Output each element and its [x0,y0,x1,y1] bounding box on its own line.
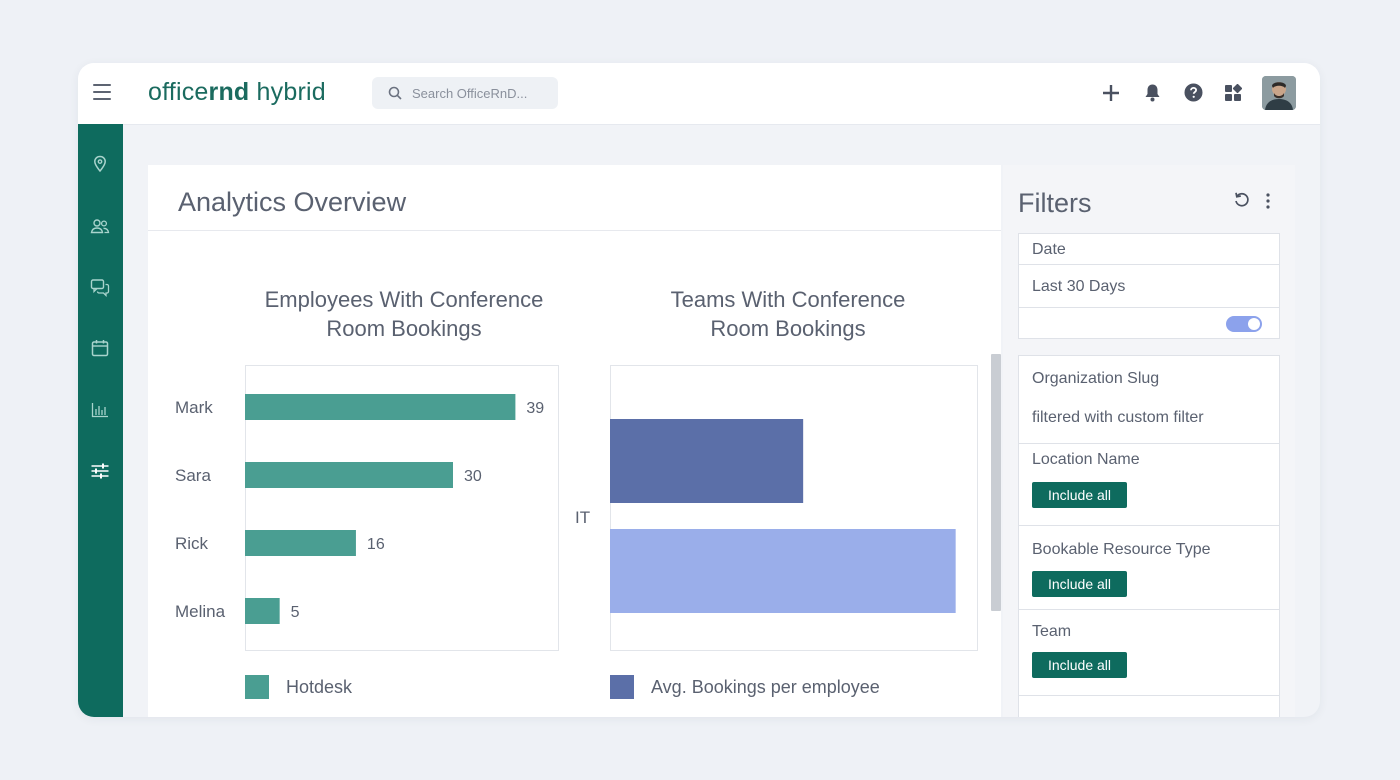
panel-scrollbar[interactable] [991,354,1001,611]
teams-chart-title: Teams With Conference Room Bookings [608,285,968,343]
search-box[interactable] [372,77,558,109]
plus-icon[interactable] [1102,84,1120,102]
employee-category-label: Sara [175,466,211,485]
avatar-image [1262,76,1296,110]
employees-legend-label: Hotdesk [286,677,353,697]
search-input[interactable] [412,77,552,109]
employees-chart-title: Employees With Conference Room Bookings [224,285,584,343]
menu-icon[interactable] [93,84,111,100]
analytics-panel: Analytics Overview Employees With Confer… [148,165,1001,717]
date-filter-toggle[interactable] [1226,316,1262,332]
next-filter-partial [1018,695,1280,717]
resource-type-filter-label: Bookable Resource Type [1032,541,1211,558]
title-divider [148,230,1001,231]
team-category-label: IT [575,508,590,527]
date-filter-label: Date [1032,241,1066,258]
employees-chart-title-line2: Room Bookings [326,316,482,341]
filters-title: Filters [1018,188,1092,218]
employee-bar[interactable] [245,598,280,624]
employee-category-label: Mark [175,398,213,417]
app-window: officernd hybrid Analytics Overview Empl… [78,63,1320,717]
employee-bar-value: 16 [367,536,385,553]
page-title: Analytics Overview [178,187,407,217]
sidebar [78,124,123,717]
more-options-icon[interactable] [1265,192,1271,210]
team-filter: Team Include all [1018,609,1280,697]
location-pin-icon[interactable] [90,154,110,174]
resource-type-filter: Bookable Resource Type Include all [1018,525,1280,611]
employee-bar[interactable] [245,462,453,488]
teams-legend-swatch [610,675,634,699]
employee-category-label: Melina [175,602,226,621]
location-include-all-button[interactable]: Include all [1032,482,1127,508]
team-filter-label: Team [1032,623,1072,640]
organization-filter-label: Organization Slug [1032,370,1160,387]
app-logo[interactable]: officernd hybrid [148,78,326,107]
apps-grid-icon[interactable] [1224,84,1242,102]
user-avatar[interactable] [1262,76,1296,110]
location-filter: Location Name Include all [1018,443,1280,527]
bar-chart-icon[interactable] [90,400,110,420]
team-bar-2[interactable] [610,529,956,613]
teams-legend-label: Avg. Bookings per employee [651,677,880,697]
employees-legend-swatch [245,675,269,699]
people-icon[interactable] [90,216,110,236]
team-include-all-button[interactable]: Include all [1032,652,1127,678]
help-icon[interactable] [1184,83,1203,102]
employees-chart: Mark 39 Sara 30 Rick 16 Melina 5 [175,394,544,624]
calendar-icon[interactable] [90,338,110,358]
search-icon [388,86,402,100]
teams-chart: IT [575,419,956,613]
date-filter-header: Date [1018,233,1280,265]
organization-filter-value: filtered with custom filter [1032,409,1204,426]
date-filter-value: Last 30 Days [1032,278,1126,295]
employee-bar[interactable] [245,530,356,556]
organization-filter[interactable]: Organization Slug filtered with custom f… [1018,355,1280,445]
reset-icon[interactable] [1233,191,1251,209]
sliders-icon[interactable] [90,461,110,481]
employees-chart-title-line1: Employees With Conference [264,287,544,312]
logo-text-suffix: hybrid [249,78,326,106]
logo-text-bold: rnd [208,78,250,106]
top-bar: officernd hybrid [78,63,1320,125]
location-filter-label: Location Name [1032,451,1140,468]
bell-icon[interactable] [1144,83,1161,102]
employee-bar-value: 5 [291,604,300,621]
date-filter-select[interactable]: Last 30 Days [1018,264,1280,308]
teams-chart-title-line2: Room Bookings [710,316,866,341]
employee-bar[interactable] [245,394,516,420]
filters-panel: Filters Date Last 30 Days Organization S… [1003,165,1295,717]
team-bar-1[interactable] [610,419,804,503]
teams-chart-title-line1: Teams With Conference [670,287,906,312]
logo-text-regular: office [148,78,209,106]
employee-category-label: Rick [175,534,209,553]
employee-bar-value: 30 [464,468,482,485]
date-filter-options [1018,307,1280,339]
resource-type-include-all-button[interactable]: Include all [1032,571,1127,597]
chat-icon[interactable] [90,277,110,297]
employee-bar-value: 39 [526,400,544,417]
